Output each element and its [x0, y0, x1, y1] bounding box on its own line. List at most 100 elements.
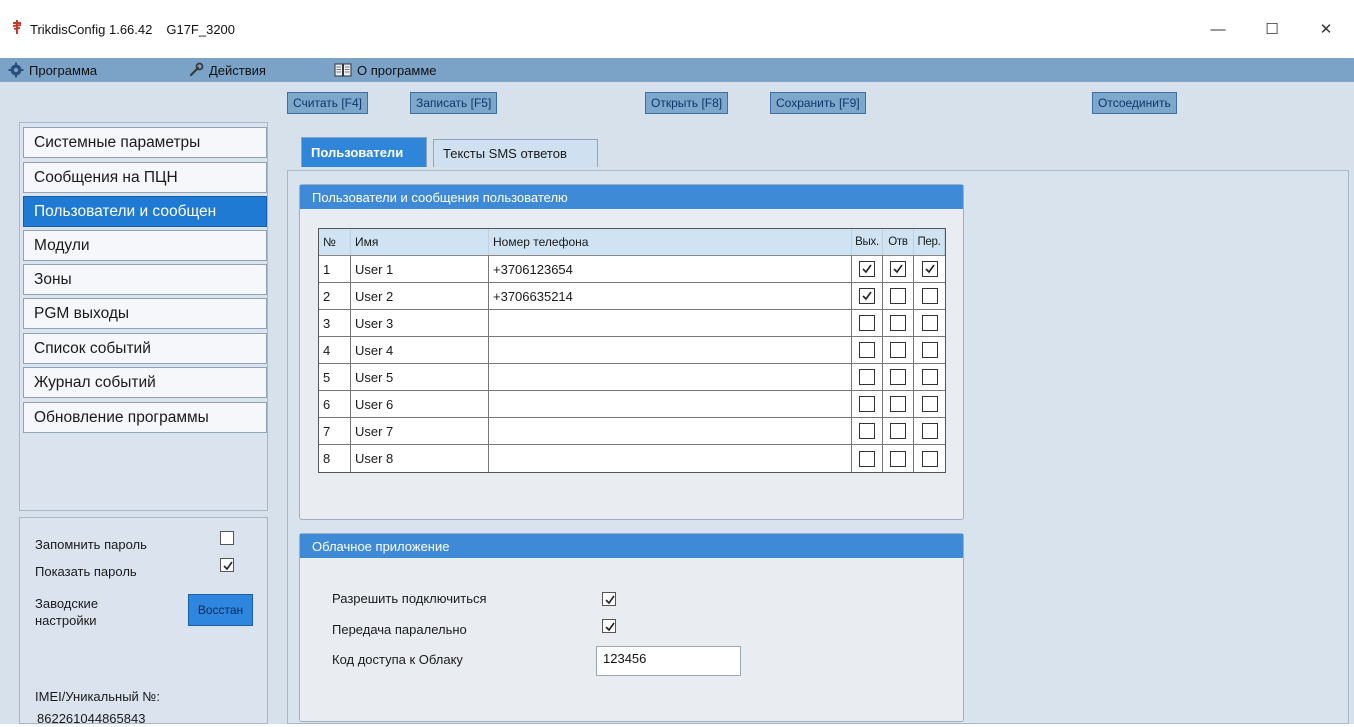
factory-settings-line2: настройки: [35, 613, 97, 628]
phone-number-cell[interactable]: +3706123654: [489, 256, 852, 282]
out-checkbox[interactable]: [859, 396, 875, 412]
sidebar-item-firmware-update[interactable]: Обновление программы: [23, 402, 267, 433]
minimize-icon: —: [1210, 20, 1226, 38]
sidebar-item-modules[interactable]: Модули: [23, 230, 267, 261]
remember-password-label: Запомнить пароль: [35, 537, 147, 552]
out-checkbox[interactable]: [859, 423, 875, 439]
table-row[interactable]: 4 User 4: [319, 337, 945, 364]
user-name-cell[interactable]: User 1: [351, 256, 489, 282]
access-code-input[interactable]: 123456: [596, 646, 741, 676]
user-name-cell[interactable]: User 6: [351, 391, 489, 417]
minimize-button[interactable]: —: [1195, 14, 1241, 44]
answer-checkbox[interactable]: [890, 342, 906, 358]
sidebar-item-system-params[interactable]: Системные параметры: [23, 127, 267, 158]
sidebar-item-cms-messages[interactable]: Сообщения на ПЦН: [23, 162, 267, 193]
phone-number-cell[interactable]: [489, 391, 852, 417]
table-row[interactable]: 6 User 6: [319, 391, 945, 418]
forward-checkbox-cell: [914, 310, 945, 336]
forward-checkbox[interactable]: [921, 288, 938, 304]
phone-number-cell[interactable]: [489, 337, 852, 363]
restore-defaults-button[interactable]: Восстан: [188, 594, 253, 626]
user-name-cell[interactable]: User 2: [351, 283, 489, 309]
forward-checkbox[interactable]: [921, 261, 938, 277]
col-header-fwd: Пер.: [914, 229, 945, 255]
answer-checkbox[interactable]: [890, 261, 906, 277]
phone-number-cell[interactable]: [489, 418, 852, 444]
device-name: G17F_3200: [166, 22, 236, 37]
phone-number-cell[interactable]: [489, 445, 852, 472]
tab-sms-texts[interactable]: Тексты SMS ответов: [433, 139, 598, 167]
table-row[interactable]: 3 User 3: [319, 310, 945, 337]
table-row[interactable]: 2 User 2 +3706635214: [319, 283, 945, 310]
table-row[interactable]: 1 User 1 +3706123654: [319, 256, 945, 283]
user-name-cell[interactable]: User 3: [351, 310, 489, 336]
answer-checkbox-cell: [883, 391, 914, 417]
forward-checkbox[interactable]: [921, 342, 938, 358]
read-button[interactable]: Считать [F4]: [287, 92, 369, 114]
answer-checkbox-cell: [883, 256, 914, 282]
user-name-cell[interactable]: User 7: [351, 418, 489, 444]
users-group-title: Пользователи и сообщения пользователю: [300, 185, 963, 209]
forward-checkbox[interactable]: [921, 369, 938, 385]
forward-checkbox[interactable]: [921, 396, 938, 412]
checkmark-icon: [924, 264, 935, 274]
forward-checkbox-cell: [914, 445, 945, 472]
user-name-cell[interactable]: User 5: [351, 364, 489, 390]
answer-checkbox[interactable]: [890, 450, 906, 467]
phone-number-cell[interactable]: [489, 364, 852, 390]
table-row[interactable]: 5 User 5: [319, 364, 945, 391]
phone-number-cell[interactable]: +3706635214: [489, 283, 852, 309]
answer-checkbox[interactable]: [890, 369, 906, 385]
table-row[interactable]: 8 User 8: [319, 445, 945, 472]
maximize-button[interactable]: ☐: [1249, 14, 1295, 44]
close-icon: ✕: [1319, 21, 1333, 38]
close-button[interactable]: ✕: [1303, 14, 1349, 44]
user-name-cell[interactable]: User 4: [351, 337, 489, 363]
tab-users[interactable]: Пользователи: [301, 137, 427, 167]
sidebar-item-pgm-outputs[interactable]: PGM выходы: [23, 298, 267, 329]
answer-checkbox[interactable]: [890, 288, 906, 304]
sidebar-item-event-log[interactable]: Журнал событий: [23, 367, 267, 398]
menu-about[interactable]: О программе: [334, 58, 437, 82]
disconnect-button[interactable]: Отсоединить: [1092, 92, 1177, 114]
out-checkbox[interactable]: [859, 450, 875, 467]
answer-checkbox[interactable]: [890, 396, 906, 412]
menu-program[interactable]: Программа: [8, 58, 97, 82]
phone-number-cell[interactable]: [489, 310, 852, 336]
maximize-icon: ☐: [1265, 21, 1279, 38]
open-button[interactable]: Открыть [F8]: [645, 92, 729, 114]
menu-program-label: Программа: [29, 62, 98, 78]
row-number: 5: [319, 364, 351, 390]
forward-checkbox[interactable]: [921, 450, 938, 467]
remember-password-checkbox[interactable]: [220, 531, 234, 545]
answer-checkbox[interactable]: [890, 423, 906, 439]
parallel-checkbox[interactable]: [602, 619, 616, 633]
out-checkbox-cell: [852, 445, 883, 472]
out-checkbox[interactable]: [859, 369, 875, 385]
table-row[interactable]: 7 User 7: [319, 418, 945, 445]
factory-settings-label: Заводские настройки: [35, 595, 98, 629]
write-button[interactable]: Записать [F5]: [410, 92, 498, 114]
user-name-cell[interactable]: User 8: [351, 445, 489, 472]
save-button[interactable]: Сохранить [F9]: [770, 92, 866, 114]
sidebar-item-users[interactable]: Пользователи и сообщен: [23, 196, 267, 227]
parallel-label: Передача паралельно: [332, 622, 467, 637]
show-password-checkbox[interactable]: [220, 558, 234, 572]
forward-checkbox[interactable]: [921, 423, 938, 439]
row-number: 2: [319, 283, 351, 309]
col-header-phone: Номер телефона: [489, 229, 852, 255]
out-checkbox[interactable]: [859, 261, 875, 277]
checkmark-icon: [862, 264, 872, 274]
sidebar-item-zones[interactable]: Зоны: [23, 264, 267, 295]
answer-checkbox[interactable]: [890, 315, 906, 331]
out-checkbox[interactable]: [859, 315, 875, 331]
allow-connect-checkbox[interactable]: [602, 592, 616, 606]
forward-checkbox[interactable]: [921, 315, 938, 331]
menu-actions[interactable]: Действия: [188, 58, 266, 82]
sidebar-item-event-list[interactable]: Список событий: [23, 333, 267, 364]
out-checkbox[interactable]: [859, 288, 875, 304]
show-password-label: Показать пароль: [35, 564, 137, 579]
answer-checkbox-cell: [883, 337, 914, 363]
forward-checkbox-cell: [914, 418, 945, 444]
out-checkbox[interactable]: [859, 342, 875, 358]
